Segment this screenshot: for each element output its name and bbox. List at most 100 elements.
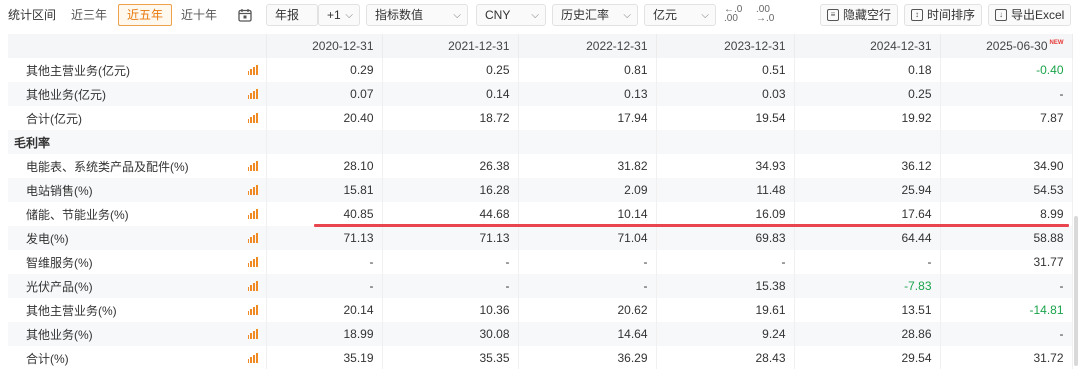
bar-chart-icon-bar xyxy=(250,309,252,315)
table-cell: 34.90 xyxy=(940,154,1073,178)
bar-chart-icon-bar xyxy=(247,335,250,339)
row-label-text: 毛利率 xyxy=(14,135,51,150)
table-cell: 8.99 xyxy=(940,202,1073,226)
unit-select[interactable]: 亿元 ⌵ xyxy=(644,4,716,26)
report-type-select[interactable]: 年报 xyxy=(266,4,318,26)
row-label-text: 其他主营业务(亿元) xyxy=(26,63,130,78)
bar-chart-icon-bar xyxy=(247,119,250,123)
table-cell xyxy=(656,130,795,154)
table-cell: -0.40 xyxy=(940,58,1073,82)
vertical-scrollbar[interactable] xyxy=(1074,216,1078,366)
column-header[interactable]: 2024-12-31 xyxy=(794,34,941,58)
bar-chart-icon-bar xyxy=(253,211,255,219)
value-type-select[interactable]: 指标数值 ⌵ xyxy=(366,4,468,26)
row-label: 合计(亿元) xyxy=(8,106,267,130)
bar-chart-icon-bar xyxy=(250,213,252,219)
report-type-value: 年报 xyxy=(275,8,300,22)
table-row: 储能、节能业务(%) 40.85 44.68 10.14 16.09 17.64 8.99 xyxy=(8,202,1073,226)
bar-chart-icon[interactable] xyxy=(247,209,258,219)
table-cell: 71.13 xyxy=(266,226,383,250)
table-cell: 0.29 xyxy=(266,58,383,82)
table-cell: 34.93 xyxy=(656,154,795,178)
bar-chart-icon-bar xyxy=(250,333,252,339)
bar-chart-icon-bar xyxy=(253,307,255,315)
row-label: 智维服务(%) xyxy=(8,250,267,274)
bar-chart-icon[interactable] xyxy=(247,353,258,363)
column-header[interactable]: 2020-12-31 xyxy=(266,34,383,58)
table-cell: 9.24 xyxy=(656,322,795,346)
bar-chart-icon-bar xyxy=(247,263,250,267)
bar-chart-icon[interactable] xyxy=(247,329,258,339)
table-row: 其他主营业务(亿元) 0.29 0.25 0.81 0.51 0.18 -0.40 xyxy=(8,58,1073,82)
hide-empty-rows-button[interactable]: ≡ 隐藏空行 xyxy=(820,4,899,26)
table-row: 电站销售(%) 15.81 16.28 2.09 11.48 25.94 54.53 xyxy=(8,178,1073,202)
row-label-text: 其他业务(%) xyxy=(26,327,93,342)
table-cell: 69.83 xyxy=(656,226,795,250)
range-5y-button[interactable]: 近五年 xyxy=(118,4,173,26)
table-cell: 0.25 xyxy=(382,58,519,82)
table-cell: - xyxy=(382,274,519,298)
bar-chart-icon-bar xyxy=(255,113,258,123)
table-cell: - xyxy=(382,250,519,274)
table-cell: 44.68 xyxy=(382,202,519,226)
bar-chart-icon-bar xyxy=(250,285,252,291)
bar-chart-icon-bar xyxy=(255,281,258,291)
currency-select[interactable]: CNY ⌵ xyxy=(476,4,546,26)
table-cell: 26.38 xyxy=(382,154,519,178)
column-header-latest[interactable]: 2025-06-30 NEW xyxy=(940,34,1073,58)
table-row: 智维服务(%) - - - - -31.77 xyxy=(8,250,1073,274)
table-cell: 20.62 xyxy=(518,298,657,322)
increase-decimal-button[interactable]: .00 →.0 xyxy=(756,5,774,27)
table-body: 其他主营业务(亿元) 0.29 0.25 0.81 0.51 0.18 -0.40 其他业务(… xyxy=(8,58,1073,369)
time-sort-button[interactable]: ↕ 时间排序 xyxy=(904,4,983,26)
table-cell: 19.92 xyxy=(794,106,941,130)
column-header[interactable]: 2022-12-31 xyxy=(518,34,657,58)
column-header[interactable]: 2023-12-31 xyxy=(656,34,795,58)
table-cell: 20.14 xyxy=(266,298,383,322)
table-cell: - xyxy=(794,250,941,274)
table-cell: 19.54 xyxy=(656,106,795,130)
table-cell xyxy=(794,130,941,154)
bar-chart-icon-bar xyxy=(250,93,252,99)
table-cell: 14.64 xyxy=(518,322,657,346)
bar-chart-icon[interactable] xyxy=(247,305,258,315)
bar-chart-icon[interactable] xyxy=(247,113,258,123)
table-cell: 10.36 xyxy=(382,298,519,322)
offset-select[interactable]: +1 ⌵ xyxy=(318,4,360,26)
bar-chart-icon[interactable] xyxy=(247,89,258,99)
bar-chart-icon-bar xyxy=(255,185,258,195)
row-label: 毛利率 xyxy=(8,130,267,154)
column-header[interactable]: 2021-12-31 xyxy=(382,34,519,58)
chevron-down-icon: ⌵ xyxy=(531,10,539,21)
bar-chart-icon-bar xyxy=(250,261,252,267)
bar-chart-icon[interactable] xyxy=(247,65,258,75)
bar-chart-icon[interactable] xyxy=(247,185,258,195)
row-label-text: 合计(%) xyxy=(26,351,69,366)
range-3y-button[interactable]: 近三年 xyxy=(62,4,116,26)
bar-chart-icon[interactable] xyxy=(247,281,258,291)
table-row: 毛利率 xyxy=(8,130,1073,154)
table-cell: 10.14 xyxy=(518,202,657,226)
bar-chart-icon[interactable] xyxy=(247,257,258,267)
bar-chart-icon[interactable] xyxy=(247,233,258,243)
decrease-decimal-button[interactable]: ←.0 .00 xyxy=(724,5,742,27)
bar-chart-icon-bar xyxy=(253,187,255,195)
export-excel-button[interactable]: ↓ 导出Excel xyxy=(988,4,1072,26)
table-cell: - xyxy=(656,250,795,274)
bar-chart-icon-bar xyxy=(253,91,255,99)
table-cell: 28.43 xyxy=(656,346,795,369)
row-label-text: 合计(亿元) xyxy=(26,111,82,126)
range-10y-button[interactable]: 近十年 xyxy=(172,4,226,26)
table-cell: 40.85 xyxy=(266,202,383,226)
table-cell: 17.64 xyxy=(794,202,941,226)
table-cell: - xyxy=(518,250,657,274)
calendar-icon[interactable] xyxy=(234,4,256,26)
bar-chart-icon-bar xyxy=(247,287,250,291)
table-cell: 7.87 xyxy=(940,106,1073,130)
column-header xyxy=(8,34,267,58)
row-label: 电站销售(%) xyxy=(8,178,267,202)
table-cell: 0.03 xyxy=(656,82,795,106)
bar-chart-icon[interactable] xyxy=(247,161,258,171)
rate-select[interactable]: 历史汇率 ⌵ xyxy=(552,4,638,26)
table-cell: 28.86 xyxy=(794,322,941,346)
